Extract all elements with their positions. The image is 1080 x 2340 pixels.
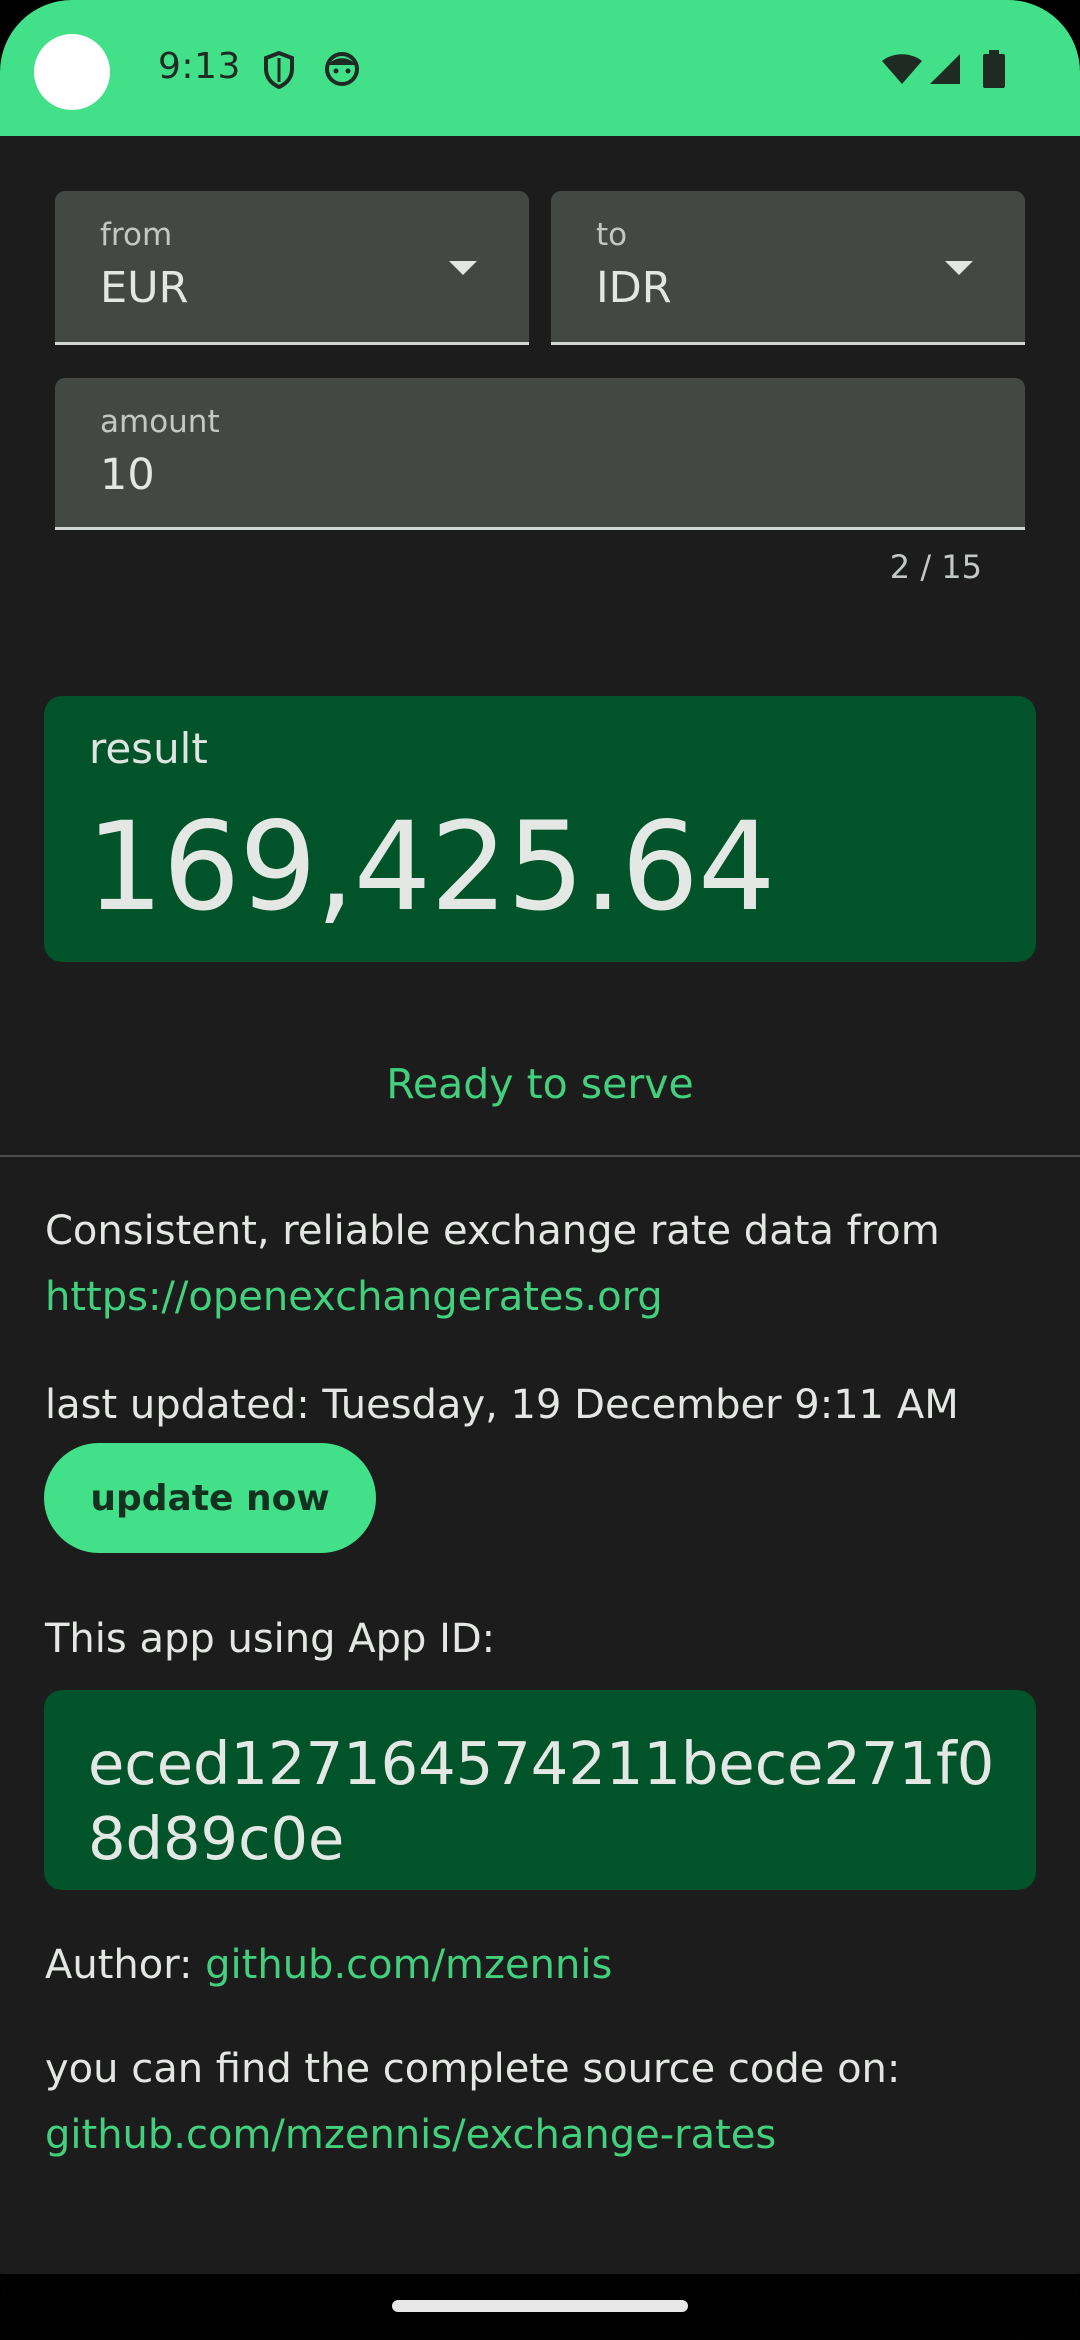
- amount-label: amount: [100, 404, 220, 440]
- from-label: from: [100, 217, 173, 253]
- status-bar: 9:13: [0, 0, 1080, 136]
- source-code-text: you can find the complete source code on…: [45, 2046, 901, 2092]
- author-line: Author: github.com/mzennis: [45, 1942, 612, 1988]
- app-id-value: eced127164574211bece271f08d89c0e: [88, 1729, 995, 1873]
- face-icon: [323, 50, 361, 92]
- to-label: to: [596, 217, 628, 253]
- result-card: result 169,425.64: [44, 696, 1036, 962]
- wifi-icon: [880, 52, 924, 90]
- app-screen: 9:13 from EUR to IDR amount 10 2 / 15 re…: [0, 0, 1080, 2340]
- to-currency-dropdown[interactable]: to IDR: [551, 191, 1025, 345]
- source-link[interactable]: https://openexchangerates.org: [45, 1274, 663, 1320]
- battery-icon: [982, 50, 1006, 92]
- status-message: Ready to serve: [386, 1060, 694, 1108]
- camera-cutout: [34, 34, 110, 110]
- source-text: Consistent, reliable exchange rate data …: [45, 1208, 940, 1254]
- shield-icon: [262, 50, 296, 94]
- amount-value: 10: [100, 450, 155, 500]
- author-label: Author:: [45, 1942, 206, 1988]
- chevron-down-icon: [449, 261, 477, 275]
- to-value: IDR: [596, 263, 672, 313]
- divider: [0, 1155, 1080, 1157]
- result-value: 169,425.64: [86, 796, 776, 938]
- character-counter: 2 / 15: [889, 548, 982, 586]
- result-label: result: [89, 724, 208, 773]
- update-now-button[interactable]: update now: [44, 1443, 376, 1553]
- last-updated-text: last updated: Tuesday, 19 December 9:11 …: [45, 1382, 959, 1428]
- amount-input[interactable]: amount 10: [55, 378, 1025, 530]
- source-code-link[interactable]: github.com/mzennis/exchange-rates: [45, 2112, 776, 2158]
- app-id-card: eced127164574211bece271f08d89c0e: [44, 1690, 1036, 1890]
- app-id-label: This app using App ID:: [45, 1616, 496, 1662]
- home-gesture-handle[interactable]: [392, 2300, 688, 2312]
- author-link[interactable]: github.com/mzennis: [205, 1942, 612, 1988]
- from-value: EUR: [100, 263, 189, 313]
- chevron-down-icon: [945, 261, 973, 275]
- signal-icon: [928, 52, 962, 90]
- status-time: 9:13: [158, 46, 241, 87]
- from-currency-dropdown[interactable]: from EUR: [55, 191, 529, 345]
